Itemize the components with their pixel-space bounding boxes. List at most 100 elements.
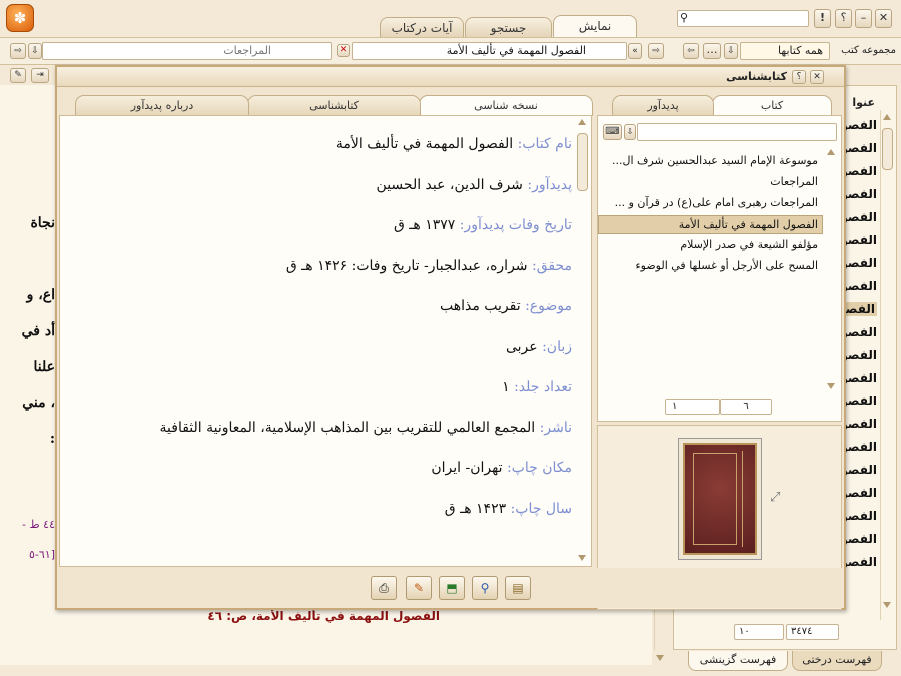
close-window-button[interactable]: ✕ [875, 9, 892, 28]
reader-text: نجاة اع، و أد في علنا ، مني : [0, 205, 55, 457]
info-scroll-down-icon[interactable] [578, 555, 586, 561]
minimize-button[interactable]: – [855, 9, 872, 28]
tab-quran-verses[interactable]: آیات درکتاب [380, 17, 464, 38]
info-scrollbar[interactable] [576, 119, 588, 564]
nav-right-button[interactable]: ⇨ [10, 43, 26, 59]
more-button[interactable]: … [703, 43, 721, 59]
nav-left-button[interactable]: ⇨ [648, 43, 664, 59]
book-list-scroll-down-icon[interactable] [827, 383, 835, 389]
search-book-icon[interactable]: ⚲ [472, 576, 498, 600]
book-list-item[interactable]: المسح على الأرجل أو غسلها في الوضوء [635, 259, 818, 272]
export-image-icon[interactable]: ⬒ [439, 576, 465, 600]
info-value: ۱ [502, 379, 510, 395]
book-list-item[interactable]: الفصول المهمة في تأليف الأمة [598, 215, 823, 234]
info-label: موضوع: [525, 298, 572, 314]
info-row: سال چاپ: ۱۴۲۳ هـ ق [445, 501, 572, 517]
info-label: پدیدآور: [527, 176, 572, 193]
book-tab-other[interactable]: المراجعات [42, 42, 332, 60]
dialog-help-button[interactable]: ؟ [792, 70, 806, 84]
book-cover-art [683, 443, 757, 555]
print-icon[interactable]: ⎙ [371, 576, 397, 600]
reader-fragment: أد في [21, 323, 55, 339]
collection-down-button[interactable]: ⇩ [724, 43, 738, 59]
reader-fragment: اع، و [26, 287, 55, 303]
toc-scroll-up-icon[interactable] [883, 114, 891, 120]
info-scroll-up-icon[interactable] [578, 119, 586, 125]
book-tab-current-label: الفصول المهمة في تأليف الأمة [446, 44, 586, 57]
book-list-item[interactable]: موسوعة الإمام السيد عبدالحسين شرف ال... [612, 154, 818, 167]
keyboard-icon[interactable]: ⌨ [603, 124, 622, 140]
info-value: الفصول المهمة في تأليف الأمة [335, 136, 514, 152]
export-icon[interactable]: ⇥ [31, 68, 49, 83]
book-filter-input[interactable] [637, 123, 837, 141]
dialog-title: کتابشناسی [726, 70, 787, 83]
cover-spine-ornament [742, 451, 751, 547]
info-label: تعداد جلد: [514, 379, 572, 395]
help-button[interactable]: ؟ [835, 9, 852, 28]
wrench-icon[interactable]: ✎ [10, 68, 26, 83]
info-row: نام کتاب: الفصول المهمة في تأليف الأمة [336, 136, 572, 152]
close-other-tab-button[interactable]: ✕ [337, 44, 350, 57]
book-list-item[interactable]: المراجعات رهبری امام علی(ع) در قرآن و ..… [615, 196, 818, 209]
dialog-close-button[interactable]: ✕ [810, 70, 824, 84]
toc-page-right-field[interactable]: ٣٤٧٤ [786, 624, 839, 640]
tab-bibliography[interactable]: کتابشناسی [247, 95, 421, 116]
page-footer-citation: الفصول المهمة في تأليف الأمة، ص: ٤٦ [207, 609, 440, 623]
tab-selective-toc[interactable]: فهرست گزینشی [688, 651, 788, 671]
book-list-item[interactable]: مؤلفو الشيعة في صدر الإسلام [680, 238, 818, 251]
info-value: شراره، عبدالجبار- تاریخ وفات: ۱۴۲۶ هـ ق [285, 257, 528, 274]
tab-author[interactable]: پدیدآور [612, 95, 714, 116]
book-list-item[interactable]: المراجعات [770, 175, 818, 188]
book-list-scrollbar[interactable] [825, 147, 837, 392]
book-list-page-right[interactable]: ٦ [720, 399, 772, 415]
down-arrow-button[interactable]: ⇩ [28, 43, 42, 59]
book-collection-label: مجموعه کتب [841, 45, 896, 56]
info-value: تقريب مذاهب [439, 298, 521, 314]
info-value: تهران- ایران [431, 460, 503, 476]
tab-tree-toc[interactable]: فهرست درختی [792, 651, 882, 671]
info-label: نام کتاب: [517, 136, 572, 152]
logo-glyph-icon: ✽ [13, 9, 27, 27]
edit-icon[interactable]: ✎ [406, 576, 432, 600]
book-tab-other-label: المراجعات [223, 44, 271, 57]
book-collection-value: همه کتابها [778, 44, 823, 57]
book-list-scroll-up-icon[interactable] [827, 149, 835, 155]
info-label: سال چاپ: [510, 500, 572, 517]
info-row: موضوع: تقريب مذاهب [440, 298, 572, 314]
reader-reference: [٦١-٥ [28, 548, 55, 561]
info-label: زبان: [542, 338, 572, 355]
info-value: ۱۳۷۷ هـ ق [393, 217, 456, 233]
expand-cover-icon[interactable]: ⤢ [770, 490, 786, 506]
global-search-input[interactable]: ⚲ [677, 10, 809, 27]
book-collection-select[interactable]: همه کتابها [740, 42, 830, 60]
info-label: مکان چاپ: [506, 460, 572, 476]
reader-fragment: علنا [33, 359, 55, 375]
app-logo: ✽ [6, 4, 34, 32]
scroll-tabs-left-button[interactable]: « [628, 43, 642, 59]
notes-icon[interactable]: ▤ [505, 576, 531, 600]
bibliography-dialog: کتابشناسی ؟ ✕ کتاب پدیدآور ⇩ ⌨ موسوعة ال… [55, 65, 846, 610]
toc-page-left-field[interactable]: ١٠ [734, 624, 784, 640]
info-value: المجمع العالمي للتقريب بين المذاهب الإسل… [159, 419, 536, 436]
reader-fragment: نجاة [30, 215, 55, 231]
info-row: ناشر: المجمع العالمي للتقريب بين المذاهب… [160, 420, 572, 436]
tab-search[interactable]: جستجو [465, 17, 552, 38]
back-button[interactable]: ⇦ [683, 43, 699, 59]
tab-display[interactable]: نمایش [553, 15, 637, 38]
tab-copy-identification[interactable]: نسخه شناسی [419, 95, 593, 116]
book-list-page-left[interactable]: ١ [665, 399, 720, 415]
tab-about-author[interactable]: درباره پدیدآور [75, 95, 249, 116]
info-row: زبان: عربی [506, 339, 572, 355]
filter-down-button[interactable]: ⇩ [624, 124, 636, 140]
info-row: تاریخ وفات پدیدآور: ۱۳۷۷ هـ ق [394, 217, 572, 233]
info-label: تاریخ وفات پدیدآور: [459, 217, 572, 233]
toc-scrollbar[interactable] [880, 110, 893, 620]
toc-header: عنوا [852, 96, 875, 109]
tab-book[interactable]: کتاب [712, 95, 832, 116]
toc-scroll-down-icon[interactable] [883, 602, 891, 608]
book-tab-current[interactable]: الفصول المهمة في تأليف الأمة [352, 42, 627, 60]
reader-scroll-down-icon[interactable] [656, 655, 664, 661]
toc-scroll-thumb[interactable] [882, 128, 893, 170]
info-scroll-thumb[interactable] [577, 133, 588, 191]
info-button[interactable]: ! [814, 9, 831, 28]
